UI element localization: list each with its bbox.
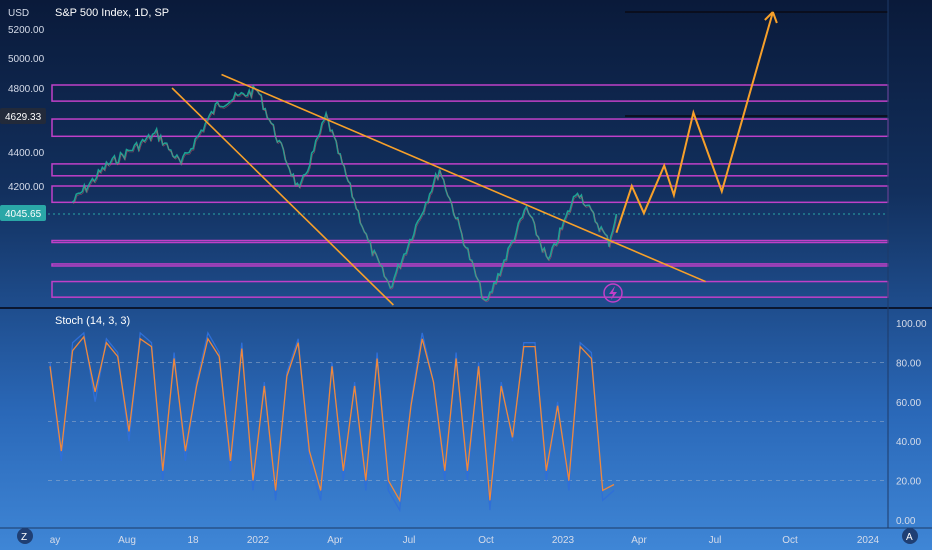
price-tick-label: 4200.00 — [8, 182, 45, 193]
level-badge: 4629.33 — [0, 108, 46, 124]
time-tick-label: 2024 — [857, 535, 880, 546]
stoch-tick-label: 60.00 — [896, 398, 921, 409]
time-tick-label: Jul — [709, 535, 722, 546]
time-tick-label: Apr — [327, 535, 343, 546]
price-tick-label: 5000.00 — [8, 54, 45, 65]
time-tick-label: 2023 — [552, 535, 575, 546]
time-tick-label: Oct — [782, 535, 798, 546]
price-tick-label: 4400.00 — [8, 148, 45, 159]
stoch-pane — [48, 331, 888, 513]
price-tick-label: 4800.00 — [8, 84, 45, 95]
projection-path — [615, 11, 774, 234]
trendline — [171, 87, 394, 306]
price-pane — [48, 11, 889, 306]
zone-rectangle — [51, 118, 889, 138]
lightning-event-icon[interactable] — [603, 283, 623, 303]
zone-rectangle — [51, 163, 889, 177]
stoch-tick-label: 80.00 — [896, 358, 921, 369]
currency-label: USD — [8, 8, 29, 19]
price-series-shadow — [72, 86, 618, 303]
indicator-label: Stoch (14, 3, 3) — [55, 315, 130, 327]
auto-scale-button-label: A — [906, 532, 913, 543]
last-price-badge: 4045.65 — [0, 205, 46, 221]
time-tick-label: 18 — [187, 535, 199, 546]
chart-title: S&P 500 Index, 1D, SP — [55, 7, 169, 19]
time-tick-label: 2022 — [247, 535, 270, 546]
zone-rectangle — [51, 263, 889, 267]
zone-rectangle — [51, 239, 889, 244]
time-tick-label: Jul — [403, 535, 416, 546]
stoch-tick-label: 40.00 — [896, 437, 921, 448]
time-tick-label: ay — [50, 535, 61, 546]
time-tick-label: Apr — [631, 535, 647, 546]
zoom-button[interactable]: Z — [17, 528, 33, 544]
time-tick-label: Oct — [478, 535, 494, 546]
zone-rectangle — [51, 280, 889, 298]
auto-scale-button[interactable]: A — [902, 528, 918, 544]
stoch-tick-label: 100.00 — [896, 319, 927, 330]
stoch-tick-label: 0.00 — [896, 516, 916, 527]
level-badge-text: 4629.33 — [5, 112, 42, 123]
zone-rectangle — [51, 185, 889, 204]
last-price-badge-text: 4045.65 — [5, 209, 42, 220]
stoch-tick-label: 20.00 — [896, 477, 921, 488]
time-tick-label: Aug — [118, 535, 136, 546]
zoom-button-label: Z — [21, 532, 27, 543]
chart-canvas: USD S&P 500 Index, 1D, SP Stoch (14, 3, … — [0, 0, 932, 546]
stoch-series-d — [49, 335, 615, 503]
price-tick-label: 5200.00 — [8, 25, 45, 36]
